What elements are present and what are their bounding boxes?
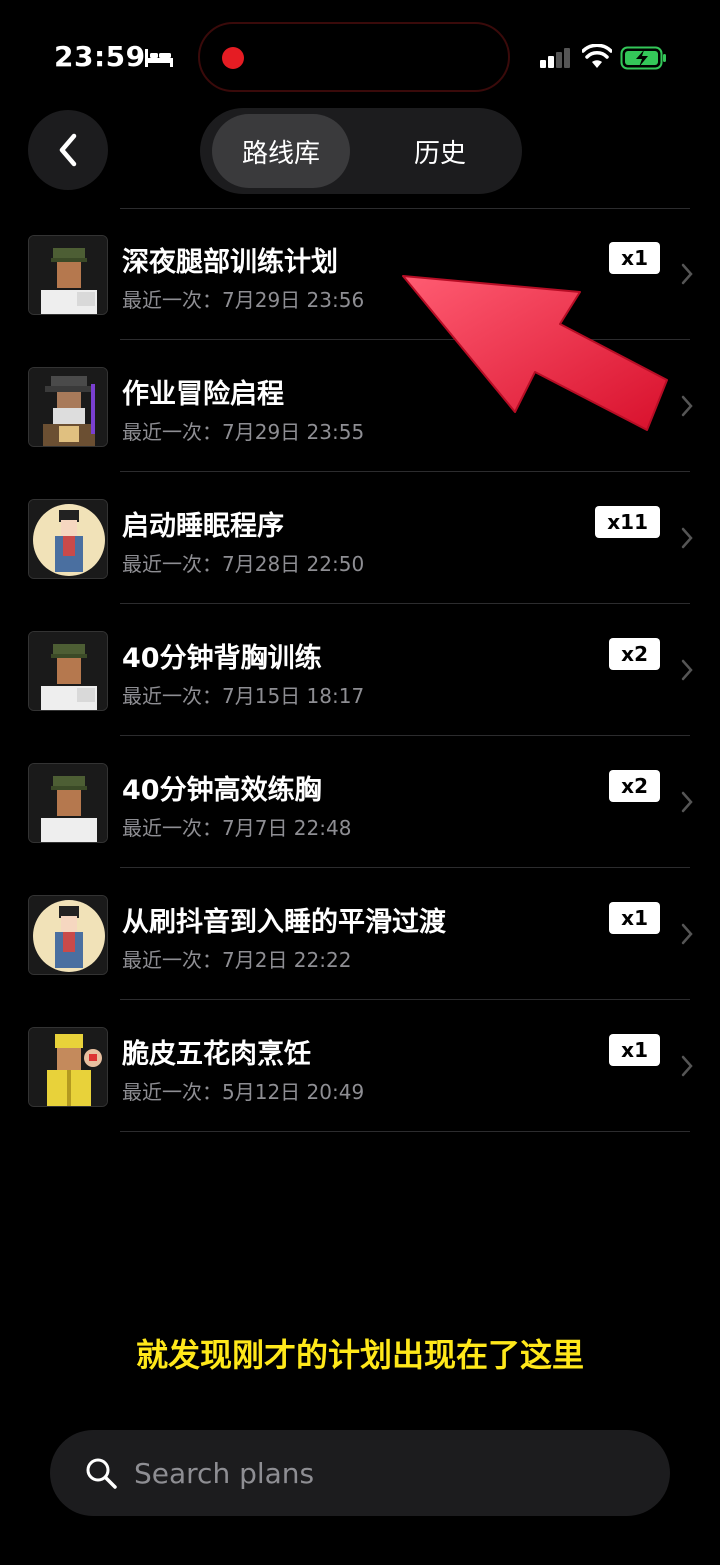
caption-text: 就发现刚才的计划出现在了这里 <box>135 1336 584 1374</box>
soldier-avatar <box>28 235 108 315</box>
plan-row[interactable]: 40分钟背胸训练 最近一次：7月15日 18:17 x2 <box>0 604 720 736</box>
chevron-right-icon <box>681 791 693 813</box>
plan-title: 深夜腿部训练计划 <box>122 247 338 278</box>
wifi-icon <box>582 44 612 68</box>
plan-last-time: 最近一次：7月28日 22:50 <box>122 552 365 576</box>
plan-title: 从刷抖音到入睡的平滑过渡 <box>122 907 446 938</box>
chevron-right-icon <box>681 263 693 285</box>
run-count-badge: x1 <box>609 1034 660 1066</box>
chevron-right-icon <box>681 659 693 681</box>
plan-row[interactable]: 脆皮五花肉烹饪 最近一次：5月12日 20:49 x1 <box>0 1000 720 1132</box>
plan-last-time: 最近一次：5月12日 20:49 <box>122 1080 365 1104</box>
segmented-control: 路线库 历史 <box>200 108 522 194</box>
run-count-badge: x11 <box>595 506 660 538</box>
annotation-arrow-icon <box>402 275 668 431</box>
soldier-avatar <box>28 631 108 711</box>
run-count-badge: x2 <box>609 638 660 670</box>
plan-title: 40分钟高效练胸 <box>122 775 322 806</box>
status-time: 23:59 <box>54 40 146 73</box>
chevron-right-icon <box>681 527 693 549</box>
chevron-right-icon <box>681 1055 693 1077</box>
plan-title: 启动睡眠程序 <box>122 511 284 542</box>
chevron-left-icon <box>59 133 77 167</box>
divider <box>120 1131 690 1132</box>
plan-title: 脆皮五花肉烹饪 <box>122 1039 311 1070</box>
screen: 23:59 路线库 历史 深夜腿部训练计划 最近一次：7月29日 23:56 x… <box>0 0 720 1565</box>
back-button[interactable] <box>28 110 108 190</box>
plan-last-time: 最近一次：7月29日 23:55 <box>122 420 365 444</box>
recording-dot-icon <box>222 47 244 69</box>
plan-last-time: 最近一次：7月15日 18:17 <box>122 684 365 708</box>
lady-avatar <box>28 499 108 579</box>
tab-history[interactable]: 历史 <box>370 114 510 188</box>
chef-avatar <box>28 1027 108 1107</box>
plan-last-time: 最近一次：7月29日 23:56 <box>122 288 365 312</box>
chevron-right-icon <box>681 395 693 417</box>
bed-icon <box>145 49 173 67</box>
lady-avatar <box>28 895 108 975</box>
plan-last-time: 最近一次：7月7日 22:48 <box>122 816 352 840</box>
run-count-badge: x1 <box>609 902 660 934</box>
search-input[interactable] <box>134 1452 634 1494</box>
plan-title: 作业冒险启程 <box>122 379 284 410</box>
run-count-badge: x2 <box>609 770 660 802</box>
plan-row[interactable]: 40分钟高效练胸 最近一次：7月7日 22:48 x2 <box>0 736 720 868</box>
search-icon <box>86 1458 117 1489</box>
plan-last-time: 最近一次：7月2日 22:22 <box>122 948 352 972</box>
tab-route-library[interactable]: 路线库 <box>212 114 350 188</box>
chevron-right-icon <box>681 923 693 945</box>
signal-icon <box>540 48 570 68</box>
soldier-avatar <box>28 763 108 843</box>
plan-row[interactable]: 启动睡眠程序 最近一次：7月28日 22:50 x11 <box>0 472 720 604</box>
battery-charging-icon <box>620 46 666 70</box>
dynamic-island <box>198 22 510 92</box>
wizard-avatar <box>28 367 108 447</box>
plan-title: 40分钟背胸训练 <box>122 643 322 674</box>
plan-row[interactable]: 从刷抖音到入睡的平滑过渡 最近一次：7月2日 22:22 x1 <box>0 868 720 1000</box>
